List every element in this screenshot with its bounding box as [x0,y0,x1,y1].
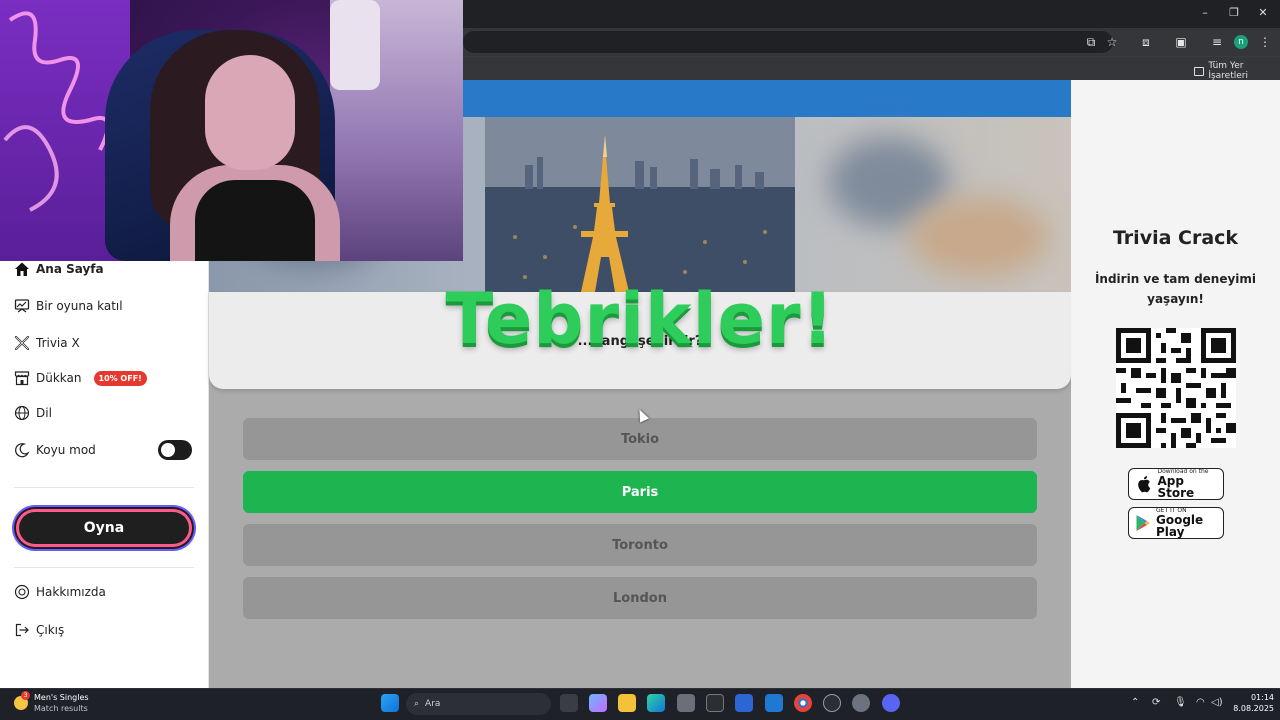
sidebar-item-label: Dil [36,406,52,420]
folder-icon [1194,66,1205,76]
dark-mode-toggle[interactable] [158,440,192,460]
extensions-icon[interactable]: ⧈ [1138,34,1154,50]
clock-time: 01:14 [1250,693,1274,702]
about-icon [14,584,30,600]
sidebar-item-logout[interactable]: Çıkış [14,622,64,638]
close-icon[interactable]: ✕ [1256,6,1270,20]
file-explorer-icon[interactable] [618,694,636,712]
google-play-button[interactable]: GET IT ON Google Play [1128,507,1224,539]
obs-icon[interactable] [823,694,841,712]
moon-icon [14,442,30,458]
bookmark-star-icon[interactable]: ☆ [1104,34,1120,50]
sidebar-item-trivia-x[interactable]: Trivia X [14,335,80,351]
store-icon[interactable] [677,694,695,712]
task-view-icon[interactable] [560,694,578,712]
qr-code [1116,328,1236,448]
search-icon: ⌕ [414,699,420,709]
streamer-webcam [0,0,463,261]
edge-icon[interactable] [647,694,665,712]
clock-date: 8.08.2025 [1233,704,1274,713]
eiffel-tower-photo [485,117,795,292]
logout-icon [14,622,30,638]
sidebar-item-label: Trivia X [36,336,80,350]
sidebar-item-label: Dükkan [36,371,82,385]
sync-icon[interactable]: ⟳ [1152,697,1160,708]
news-badge: 3 [21,691,30,700]
sidebar-item-home[interactable]: Ana Sayfa [14,261,104,277]
sidepanel-icon[interactable]: ▣ [1173,34,1189,50]
copilot-icon[interactable] [589,694,607,712]
all-bookmarks-folder[interactable]: Tüm Yer İşaretleri [1194,61,1280,81]
question-image-eiffel-tower [485,117,795,292]
more-menu-icon[interactable]: ⋮ [1257,34,1273,50]
sidebar-item-label: Ana Sayfa [36,262,104,276]
search-placeholder: Ara [425,699,441,709]
google-play-icon [1135,514,1151,532]
chrome-icon[interactable] [794,694,812,712]
sidebar-divider [14,487,194,488]
windows-start-icon[interactable] [381,694,399,712]
app-store-button[interactable]: Download on the App Store [1128,468,1224,500]
brand-logo-text: Trivia Crack [1112,227,1239,249]
taskbar-search[interactable]: ⌕ Ara [406,693,551,715]
sidebar-item-language[interactable]: Dil [14,405,52,421]
all-bookmarks-label: Tüm Yer İşaretleri [1208,61,1248,81]
tray-chevron-icon[interactable]: ⌃ [1131,697,1139,708]
sidebar-item-label: Koyu mod [36,443,96,457]
screen: – ❐ ✕ ⧉ ☆ ⧈ ▣ ≡ n ⋮ Tüm Yer İşaretleri A… [0,0,1280,720]
outlook-icon[interactable] [765,694,783,712]
sidebar-item-about[interactable]: Hakkımızda [14,584,106,600]
discount-badge: 10% OFF! [93,370,147,386]
play-button[interactable]: Oyna [14,507,194,549]
sidebar-divider [14,567,194,568]
system-clock[interactable]: 01:14 8.08.2025 [1226,692,1274,714]
sidebar-item-shop[interactable]: Dükkan 10% OFF! [14,370,147,386]
address-bar[interactable] [463,31,1113,53]
volume-icon[interactable]: ◁) [1211,697,1223,708]
profile-avatar[interactable]: n [1234,35,1248,49]
home-icon [14,261,30,277]
toggle-knob [161,443,175,457]
news-title: Men's Singles [34,693,89,702]
join-game-icon [14,298,30,314]
news-subtitle: Match results [34,704,88,713]
app-store-label: App Store [1157,474,1195,500]
promo-text: İndirin ve tam deneyimi yaşayın! [1094,272,1257,306]
apple-icon [1135,475,1153,493]
congrats-title: Tebrikler! [445,278,835,360]
minimize-icon[interactable]: – [1198,6,1212,20]
answer-option-2-correct[interactable]: Paris [243,471,1037,513]
sidebar-item-label: Bir oyuna katıl [36,299,123,313]
maximize-icon[interactable]: ❐ [1227,6,1241,20]
windows-taskbar [0,688,1280,720]
globe-icon [14,405,30,421]
category-header-bar [463,80,1071,117]
settings-gear-icon[interactable] [852,694,870,712]
answer-option-3[interactable]: Toronto [243,524,1037,566]
editor-icon[interactable] [735,694,753,712]
google-play-label: Google Play [1156,513,1204,539]
shop-icon [14,370,30,386]
discord-icon[interactable] [882,694,900,712]
sidebar-item-join-game[interactable]: Bir oyuna katıl [14,298,123,314]
sidebar-item-dark-mode: Koyu mod [14,442,96,458]
sidebar-item-label: Çıkış [36,623,65,637]
sidebar-item-label: Hakkımızda [36,585,106,599]
reading-list-icon[interactable]: ≡ [1209,34,1225,50]
answer-option-4[interactable]: London [243,577,1037,619]
wifi-icon[interactable]: ◠ [1196,697,1205,708]
answer-option-1[interactable]: Tokio [243,418,1037,460]
install-app-icon[interactable]: ⧉ [1083,34,1099,50]
trivia-x-icon [14,335,30,351]
microphone-icon[interactable]: 🎙 [1174,697,1187,708]
app-icon[interactable] [706,694,724,712]
